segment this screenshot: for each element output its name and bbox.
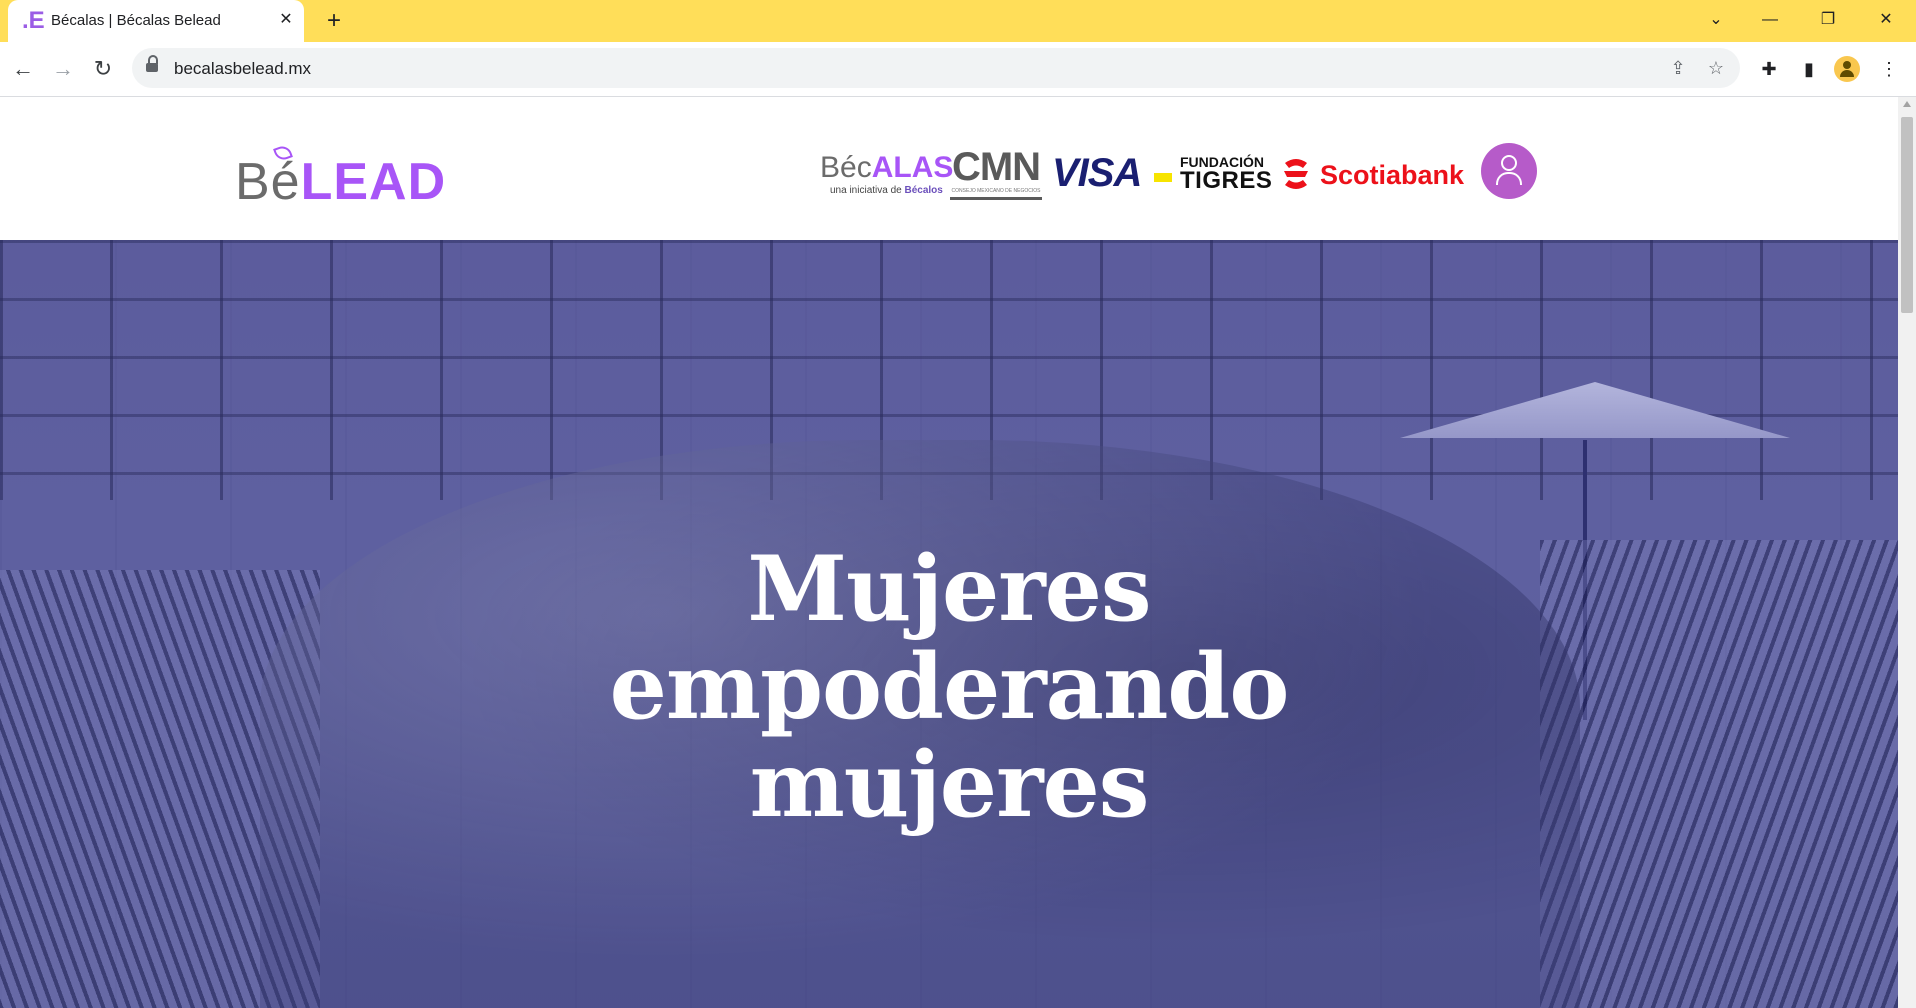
becalos-brand: Bécalos [904, 185, 943, 196]
scotiabank-logo: Scotiabank [1320, 160, 1465, 190]
visa-accent-bar [1154, 173, 1172, 182]
becalas-bec-text: Béc [820, 151, 872, 184]
belead-logo[interactable]: BéLEAD [235, 143, 447, 212]
bookmark-star-icon[interactable]: ☆ [1704, 56, 1728, 80]
new-tab-button[interactable]: + [320, 8, 348, 34]
becalas-sub-prefix: una iniciativa de [830, 185, 905, 196]
extensions-icon[interactable]: ✚ [1754, 54, 1784, 84]
site-header: BéLEAD BécALAS una iniciativa de Bécalos… [0, 97, 1898, 240]
reload-button[interactable]: ↻ [88, 54, 118, 84]
logo-lead-text: LEAD [300, 153, 447, 211]
tab-search-chevron-icon[interactable]: ⌄ [1698, 6, 1734, 34]
browser-tab[interactable]: .E Bécalas | Bécalas Belead ✕ [8, 0, 304, 42]
tab-title: Bécalas | Bécalas Belead [51, 12, 221, 29]
hero-title-line-1: Mujeres [747, 536, 1151, 642]
becalas-logo: BécALAS una iniciativa de Bécalos [820, 151, 953, 197]
becalas-alas-text: ALAS [871, 151, 954, 184]
minimize-button[interactable]: — [1752, 6, 1788, 34]
browser-toolbar: ← → ↻ becalasbelead.mx ⇪ ☆ ✚ ▮ ⋮ [0, 42, 1916, 97]
cmn-logo: CMN CONSEJO MEXICANO DE NEGOCIOS [950, 147, 1042, 200]
forward-button[interactable]: → [48, 54, 78, 84]
logo-be-text: Bé [235, 153, 301, 211]
hero-banner: Mujeres empoderando mujeres [0, 240, 1898, 1008]
tigres-main-text: TIGRES [1180, 167, 1273, 194]
lock-icon[interactable] [146, 55, 158, 74]
user-icon [1501, 155, 1517, 171]
close-tab-icon[interactable]: ✕ [276, 10, 296, 30]
cmn-main-text: CMN [951, 145, 1041, 189]
address-bar[interactable]: becalasbelead.mx ⇪ ☆ [132, 48, 1740, 88]
cmn-sub-text: CONSEJO MEXICANO DE NEGOCIOS [950, 187, 1042, 200]
fundacion-tigres-logo: FUNDACIÓN TIGRES [1180, 155, 1272, 193]
restore-button[interactable]: ❐ [1810, 6, 1846, 34]
scroll-up-arrow-icon[interactable] [1903, 101, 1911, 107]
profile-avatar[interactable] [1834, 56, 1860, 82]
user-account-button[interactable] [1481, 143, 1537, 199]
browser-tab-bar: .E Bécalas | Bécalas Belead ✕ + ⌄ — ❐ ✕ [0, 0, 1916, 42]
hero-title: Mujeres empoderando mujeres [0, 540, 1898, 834]
share-icon[interactable]: ⇪ [1666, 56, 1690, 80]
hero-title-line-2: empoderando [609, 634, 1290, 740]
favicon-icon: .E [22, 7, 45, 34]
scrollbar-thumb[interactable] [1901, 117, 1913, 313]
url-text[interactable]: becalasbelead.mx [174, 59, 311, 79]
hero-title-line-3: mujeres [749, 732, 1150, 838]
scotiabank-mark-icon [1284, 159, 1308, 189]
page-scrollbar[interactable] [1898, 97, 1916, 1008]
side-panel-icon[interactable]: ▮ [1794, 54, 1824, 84]
close-window-button[interactable]: ✕ [1868, 6, 1904, 34]
visa-logo: VISA [1052, 151, 1142, 195]
browser-menu-icon[interactable]: ⋮ [1874, 54, 1904, 84]
back-button[interactable]: ← [8, 54, 38, 84]
